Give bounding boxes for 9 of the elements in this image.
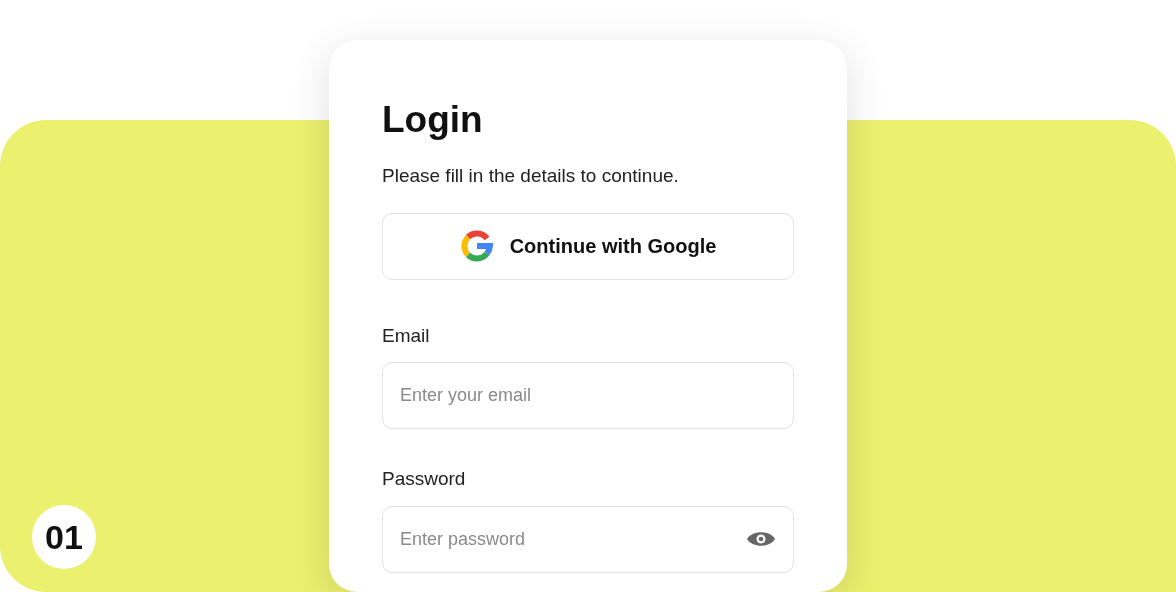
field-label: Password bbox=[382, 467, 467, 492]
login-subtitle: Please fill in the details to continue. bbox=[382, 164, 680, 189]
email-field[interactable]: Enter your email bbox=[382, 362, 794, 430]
login-title: Login bbox=[382, 98, 484, 142]
google-button[interactable]: Continue with Google bbox=[382, 212, 794, 280]
password-field[interactable]: Enter password bbox=[382, 505, 794, 573]
step-number: 01 bbox=[32, 505, 96, 569]
google-g-icon bbox=[459, 229, 494, 264]
field-label: Email bbox=[382, 323, 431, 348]
